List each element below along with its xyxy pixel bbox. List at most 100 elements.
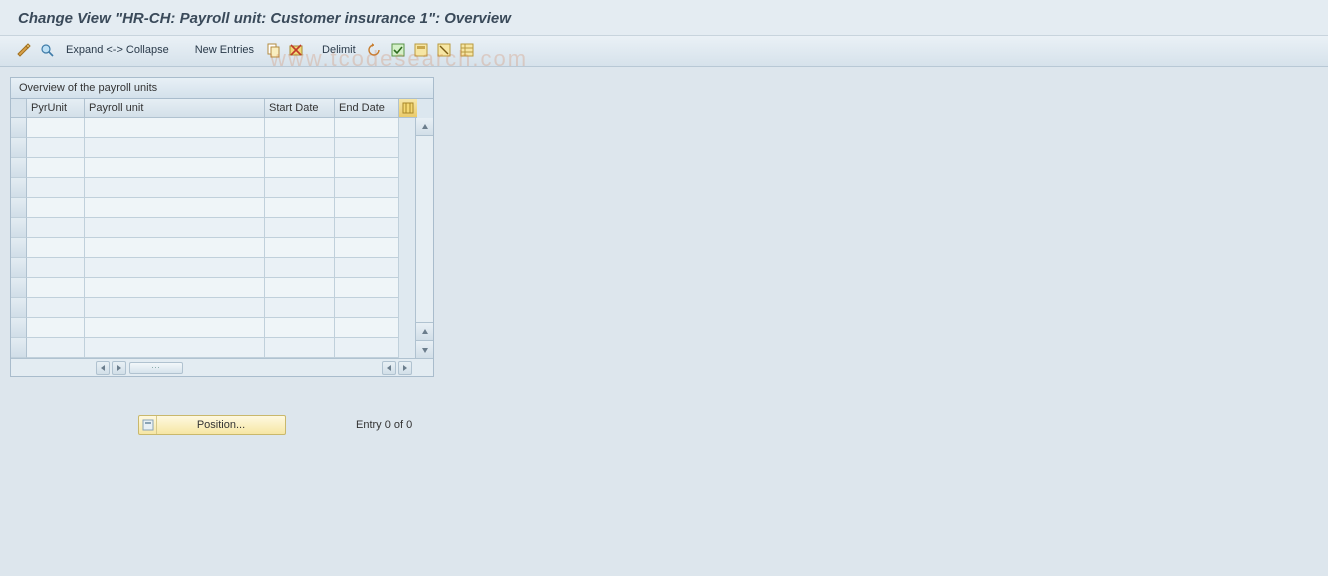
table-row — [11, 178, 415, 198]
scroll-down-icon[interactable] — [416, 340, 433, 358]
delete-icon[interactable] — [286, 40, 306, 60]
row-selector[interactable] — [11, 298, 27, 318]
expand-collapse-button[interactable]: Expand <-> Collapse — [60, 44, 175, 56]
find-icon[interactable] — [37, 40, 57, 60]
column-end-date[interactable]: End Date — [335, 99, 399, 118]
cell-pyrunit[interactable] — [27, 238, 85, 258]
table-row — [11, 218, 415, 238]
position-button[interactable]: Position... — [138, 415, 286, 435]
row-selector[interactable] — [11, 178, 27, 198]
row-selector[interactable] — [11, 258, 27, 278]
scroll-track[interactable] — [416, 136, 433, 322]
cell-payroll-unit[interactable] — [85, 178, 265, 198]
cell-start-date[interactable] — [265, 258, 335, 278]
cell-start-date[interactable] — [265, 118, 335, 138]
page-title: Change View "HR-CH: Payroll unit: Custom… — [0, 0, 1328, 36]
grid-header: PyrUnit Payroll unit Start Date End Date — [11, 99, 433, 118]
row-selector[interactable] — [11, 218, 27, 238]
cell-end-date[interactable] — [335, 258, 399, 278]
cell-pyrunit[interactable] — [27, 158, 85, 178]
cell-end-date[interactable] — [335, 338, 399, 358]
row-selector[interactable] — [11, 138, 27, 158]
select-block-icon[interactable] — [411, 40, 431, 60]
scroll-left-icon[interactable] — [96, 361, 110, 375]
vertical-scrollbar[interactable] — [415, 118, 433, 358]
grid-title: Overview of the payroll units — [11, 78, 433, 99]
table-row — [11, 118, 415, 138]
cell-pyrunit[interactable] — [27, 118, 85, 138]
cell-start-date[interactable] — [265, 318, 335, 338]
row-selector[interactable] — [11, 198, 27, 218]
column-start-date[interactable]: Start Date — [265, 99, 335, 118]
cell-start-date[interactable] — [265, 278, 335, 298]
row-selector[interactable] — [11, 278, 27, 298]
cell-pyrunit[interactable] — [27, 278, 85, 298]
cell-end-date[interactable] — [335, 278, 399, 298]
copy-icon[interactable] — [263, 40, 283, 60]
cell-payroll-unit[interactable] — [85, 158, 265, 178]
row-selector[interactable] — [11, 318, 27, 338]
cell-payroll-unit[interactable] — [85, 318, 265, 338]
cell-start-date[interactable] — [265, 298, 335, 318]
table-row — [11, 238, 415, 258]
cell-payroll-unit[interactable] — [85, 238, 265, 258]
cell-start-date[interactable] — [265, 198, 335, 218]
cell-start-date[interactable] — [265, 158, 335, 178]
cell-payroll-unit[interactable] — [85, 298, 265, 318]
deselect-all-icon[interactable] — [434, 40, 454, 60]
configure-columns-icon[interactable] — [399, 99, 417, 118]
cell-payroll-unit[interactable] — [85, 278, 265, 298]
cell-end-date[interactable] — [335, 178, 399, 198]
cell-payroll-unit[interactable] — [85, 218, 265, 238]
scroll-right-end-icon[interactable] — [398, 361, 412, 375]
delimit-button[interactable]: Delimit — [316, 44, 362, 56]
cell-pyrunit[interactable] — [27, 318, 85, 338]
position-label: Position... — [157, 419, 285, 431]
cell-end-date[interactable] — [335, 238, 399, 258]
cell-pyrunit[interactable] — [27, 178, 85, 198]
cell-end-date[interactable] — [335, 158, 399, 178]
row-selector[interactable] — [11, 338, 27, 358]
cell-start-date[interactable] — [265, 218, 335, 238]
cell-end-date[interactable] — [335, 198, 399, 218]
cell-pyrunit[interactable] — [27, 138, 85, 158]
cell-pyrunit[interactable] — [27, 338, 85, 358]
row-selector[interactable] — [11, 238, 27, 258]
entry-counter: Entry 0 of 0 — [356, 419, 412, 431]
cell-pyrunit[interactable] — [27, 198, 85, 218]
cell-pyrunit[interactable] — [27, 298, 85, 318]
cell-end-date[interactable] — [335, 218, 399, 238]
cell-end-date[interactable] — [335, 318, 399, 338]
cell-start-date[interactable] — [265, 338, 335, 358]
cell-payroll-unit[interactable] — [85, 138, 265, 158]
cell-start-date[interactable] — [265, 238, 335, 258]
toggle-display-change-icon[interactable] — [14, 40, 34, 60]
scroll-left-end-icon[interactable] — [382, 361, 396, 375]
cell-end-date[interactable] — [335, 118, 399, 138]
cell-end-date[interactable] — [335, 138, 399, 158]
new-entries-button[interactable]: New Entries — [189, 44, 260, 56]
scroll-thumb[interactable] — [129, 362, 183, 374]
select-all-icon[interactable] — [388, 40, 408, 60]
cell-start-date[interactable] — [265, 138, 335, 158]
table-row — [11, 318, 415, 338]
select-all-column[interactable] — [11, 99, 27, 118]
cell-payroll-unit[interactable] — [85, 338, 265, 358]
cell-payroll-unit[interactable] — [85, 258, 265, 278]
row-selector[interactable] — [11, 118, 27, 138]
scroll-up-page-icon[interactable] — [416, 322, 433, 340]
scroll-right-icon[interactable] — [112, 361, 126, 375]
cell-pyrunit[interactable] — [27, 258, 85, 278]
cell-end-date[interactable] — [335, 298, 399, 318]
cell-start-date[interactable] — [265, 178, 335, 198]
scroll-up-icon[interactable] — [416, 118, 433, 136]
horizontal-scrollbar[interactable] — [11, 358, 433, 376]
column-payroll-unit[interactable]: Payroll unit — [85, 99, 265, 118]
cell-payroll-unit[interactable] — [85, 118, 265, 138]
cell-payroll-unit[interactable] — [85, 198, 265, 218]
cell-pyrunit[interactable] — [27, 218, 85, 238]
column-pyrunit[interactable]: PyrUnit — [27, 99, 85, 118]
undo-icon[interactable] — [365, 40, 385, 60]
row-selector[interactable] — [11, 158, 27, 178]
table-settings-icon[interactable] — [457, 40, 477, 60]
